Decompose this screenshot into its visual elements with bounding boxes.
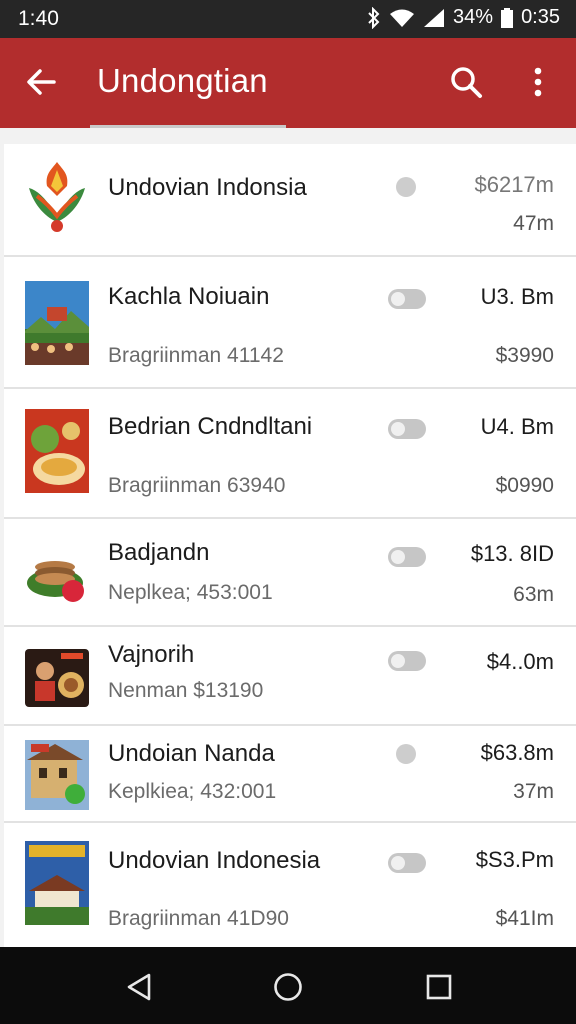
- item-title: Undovian Indonesia: [108, 847, 321, 874]
- item-thumbnail: [25, 732, 89, 816]
- status-dot[interactable]: [396, 744, 416, 764]
- item-secondary-value: $0990: [495, 474, 554, 497]
- item-value: $4..0m: [486, 649, 554, 674]
- more-options-button[interactable]: [516, 60, 560, 104]
- item-secondary-value: $41Im: [495, 907, 554, 930]
- nav-home-button[interactable]: [266, 965, 310, 1009]
- more-vert-icon: [534, 67, 542, 97]
- list-item[interactable]: Kachla Noiuain Bragriinman 41142 U3. Bm …: [4, 259, 576, 389]
- home-circle-icon: [274, 973, 302, 1001]
- list-item[interactable]: Badjandn Neplkea; 453:001 $13. 8ID 63m: [4, 521, 576, 627]
- item-thumbnail: [25, 409, 89, 493]
- bluetooth-icon: [367, 6, 381, 29]
- nav-back-button[interactable]: [117, 965, 161, 1009]
- back-triangle-icon: [127, 973, 151, 1001]
- item-title: Vajnorih: [108, 641, 195, 668]
- item-subtitle: Neplkea; 453:001: [108, 581, 273, 604]
- list-item[interactable]: Undovian Indonesia Bragriinman 41D90 $S3…: [4, 825, 576, 947]
- item-value: U3. Bm: [480, 284, 554, 309]
- list-item[interactable]: Undoian Nanda Keplkiea; 432:001 $63.8m 3…: [4, 728, 576, 823]
- item-value: $13. 8ID: [470, 541, 554, 566]
- status-clock-right: 0:35: [521, 6, 560, 28]
- item-value: $6217m: [474, 172, 554, 197]
- item-secondary-value: 47m: [513, 212, 554, 235]
- item-toggle[interactable]: [388, 651, 426, 671]
- battery-icon: [501, 7, 514, 28]
- item-secondary-value: $3990: [495, 344, 554, 367]
- battery-percent: 34%: [453, 6, 494, 28]
- item-subtitle: Bragriinman 41D90: [108, 907, 289, 930]
- recents-square-icon: [426, 974, 452, 1000]
- item-title: Kachla Noiuain: [108, 283, 270, 310]
- list-item[interactable]: Undovian Indonsia $6217m 47m: [4, 144, 576, 257]
- system-nav-bar: [0, 947, 576, 1024]
- back-button[interactable]: [20, 60, 64, 104]
- item-toggle[interactable]: [388, 547, 426, 567]
- back-arrow-icon: [27, 69, 56, 95]
- item-secondary-value: 37m: [513, 780, 554, 803]
- item-title: Badjandn: [108, 539, 210, 566]
- item-secondary-value: 63m: [513, 583, 554, 606]
- item-subtitle: Bragriinman 41142: [108, 344, 284, 367]
- item-thumbnail: [25, 281, 89, 365]
- item-subtitle: Keplkiea; 432:001: [108, 780, 277, 803]
- item-thumbnail: [25, 637, 89, 721]
- item-value: $63.8m: [480, 740, 554, 765]
- title-underline: [90, 125, 286, 128]
- nav-recents-button[interactable]: [417, 965, 461, 1009]
- item-list: Undovian Indonsia $6217m 47m Kachla Noiu…: [4, 144, 576, 947]
- list-item[interactable]: Vajnorih Nenman $13190 $4..0m: [4, 629, 576, 726]
- status-dot[interactable]: [396, 177, 416, 197]
- item-value: $S3.Pm: [475, 847, 554, 872]
- list-item[interactable]: Bedrian Cndndltani Bragriinman 63940 U4.…: [4, 391, 576, 519]
- page-title: Undongtian: [97, 62, 268, 99]
- item-toggle[interactable]: [388, 289, 426, 309]
- item-subtitle: Bragriinman 63940: [108, 474, 286, 497]
- status-time: 1:40: [18, 7, 59, 30]
- status-bar: 1:40 34% 0:35: [0, 0, 576, 38]
- item-subtitle: Nenman $13190: [108, 679, 264, 702]
- item-logo: [23, 156, 91, 240]
- search-icon: [451, 67, 482, 98]
- status-icons: 34% 0:35: [367, 6, 560, 29]
- search-button[interactable]: [444, 60, 488, 104]
- app-bar: Undongtian: [0, 38, 576, 128]
- item-title: Undoian Nanda: [108, 740, 275, 767]
- item-toggle[interactable]: [388, 853, 426, 873]
- item-title: Bedrian Cndndltani: [108, 413, 313, 440]
- item-value: U4. Bm: [480, 414, 554, 439]
- item-thumbnail: [25, 841, 89, 925]
- wifi-icon: [389, 8, 415, 28]
- signal-icon: [423, 8, 445, 28]
- item-toggle[interactable]: [388, 419, 426, 439]
- item-title: Undovian Indonsia: [108, 174, 307, 201]
- item-thumbnail: [25, 533, 89, 617]
